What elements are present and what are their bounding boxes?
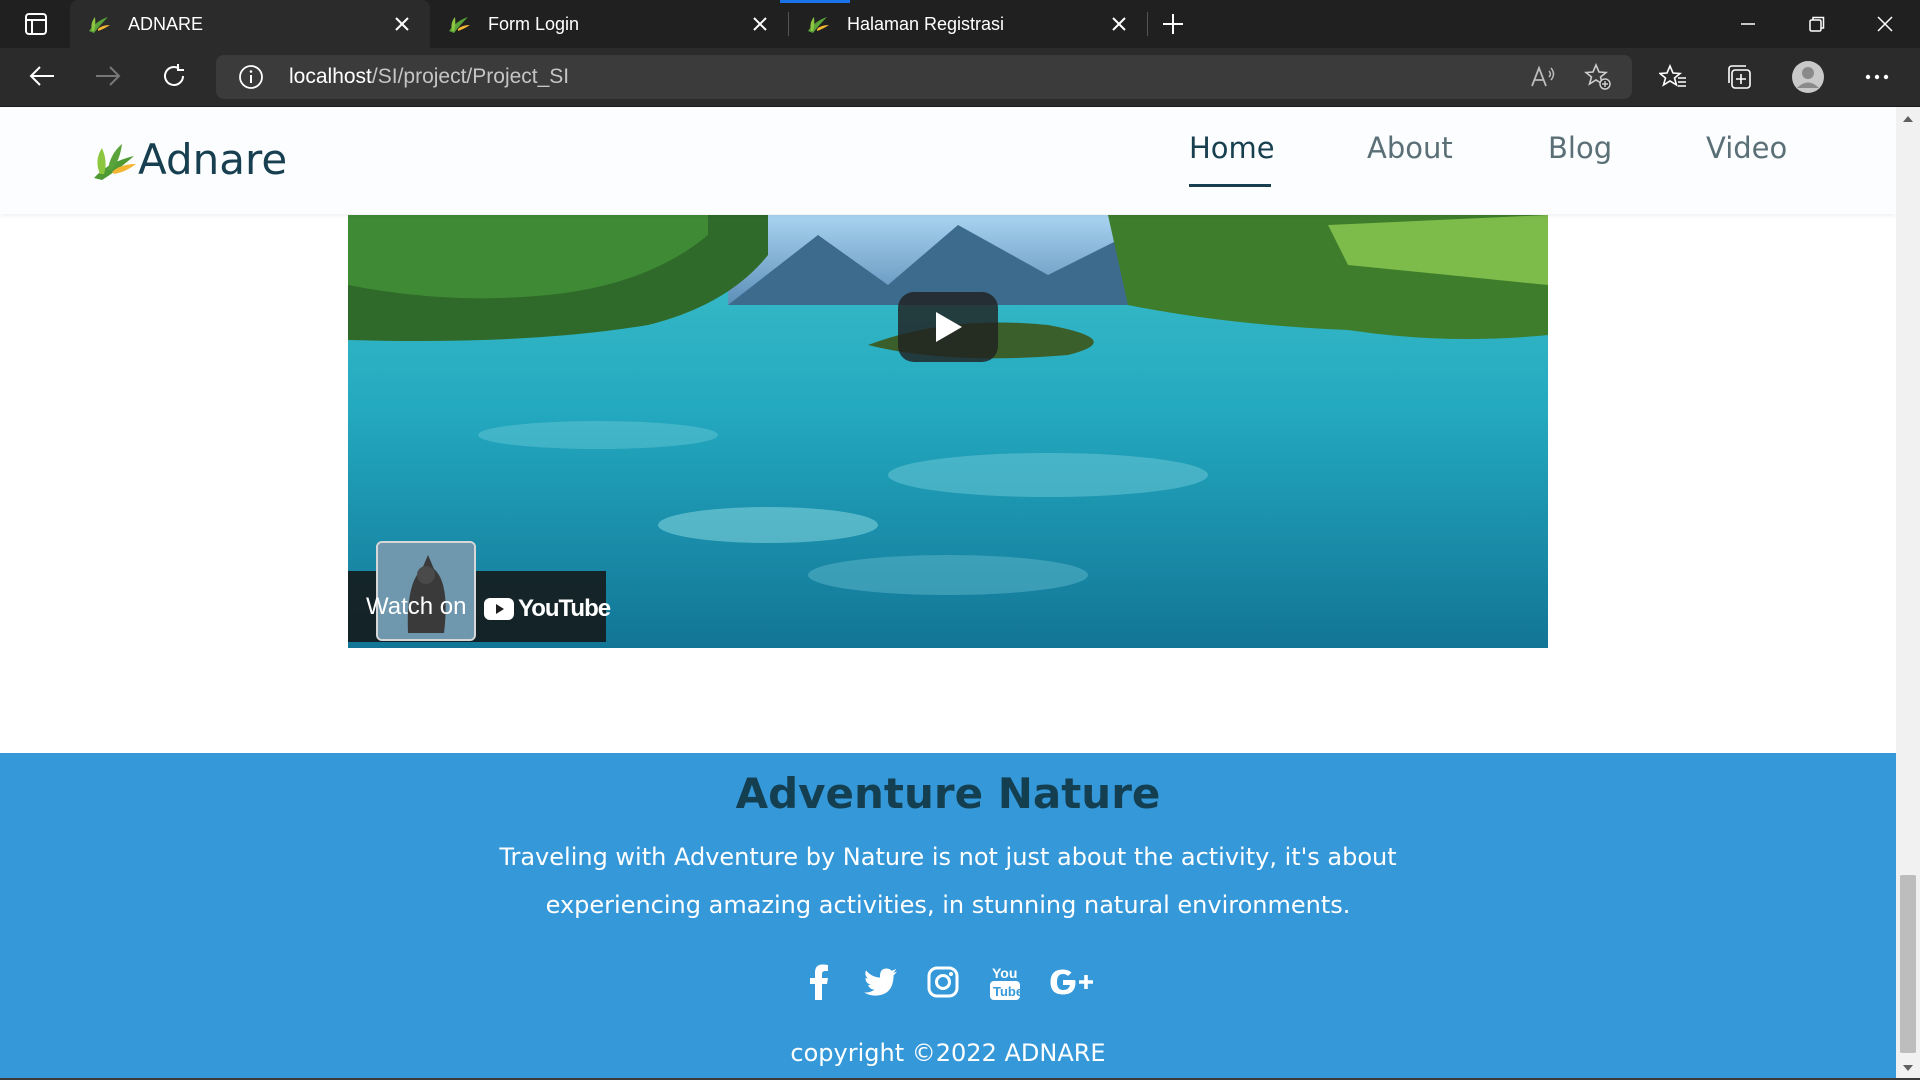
google-plus-icon[interactable] bbox=[1047, 961, 1097, 1003]
url-host: localhost bbox=[289, 65, 372, 88]
read-aloud-icon[interactable] bbox=[1528, 62, 1558, 92]
page-viewport: Adnare Home About Blog Video Watch on Yo… bbox=[0, 107, 1896, 1080]
tab-adnare[interactable]: ADNARE bbox=[70, 0, 430, 48]
site-footer: Adventure Nature Traveling with Adventur… bbox=[0, 753, 1896, 1080]
tab-bar: ADNARE Form Login Halaman Registrasi bbox=[0, 0, 1920, 48]
tab-separator bbox=[1147, 12, 1148, 36]
url-path: /SI/project/Project_SI bbox=[371, 65, 570, 88]
nav-video[interactable]: Video bbox=[1706, 131, 1787, 165]
youtube-wordmark: YouTube bbox=[518, 595, 611, 622]
url-text[interactable]: localhost/SI/project/Project_SI bbox=[289, 63, 569, 91]
nav-active-indicator bbox=[1189, 184, 1271, 187]
scrollbar-thumb[interactable] bbox=[1900, 875, 1916, 1053]
logo-text: Adnare bbox=[138, 135, 288, 184]
more-icon[interactable] bbox=[1860, 60, 1894, 94]
scroll-up-icon[interactable] bbox=[1902, 113, 1914, 125]
close-icon[interactable] bbox=[388, 10, 416, 38]
tab-halaman-registrasi[interactable]: Halaman Registrasi bbox=[789, 0, 1147, 48]
restore-icon[interactable] bbox=[1782, 0, 1852, 48]
channel-avatar bbox=[376, 541, 476, 641]
window-close-icon[interactable] bbox=[1850, 0, 1920, 48]
nav-about[interactable]: About bbox=[1367, 131, 1453, 165]
leaf-favicon-icon bbox=[446, 11, 472, 37]
svg-text:Tube: Tube bbox=[993, 984, 1021, 999]
copyright-text: copyright ©2022 ADNARE bbox=[790, 1039, 1106, 1067]
site-header: Adnare Home About Blog Video bbox=[0, 107, 1896, 214]
facebook-icon[interactable] bbox=[799, 961, 839, 1003]
collections-icon[interactable] bbox=[1722, 60, 1756, 94]
nav-home[interactable]: Home bbox=[1189, 131, 1275, 165]
info-icon[interactable] bbox=[238, 64, 264, 90]
leaf-logo-icon bbox=[90, 136, 138, 184]
favorites-icon[interactable] bbox=[1656, 60, 1690, 94]
page-scrollbar[interactable] bbox=[1896, 107, 1920, 1080]
profile-icon[interactable] bbox=[1791, 60, 1825, 94]
footer-description: Traveling with Adventure by Nature is no… bbox=[499, 843, 1397, 919]
social-links: You Tube bbox=[0, 961, 1896, 1003]
minimize-icon[interactable] bbox=[1713, 0, 1783, 48]
leaf-favicon-icon bbox=[805, 11, 831, 37]
svg-text:You: You bbox=[992, 965, 1017, 981]
play-button[interactable] bbox=[898, 292, 998, 362]
tab-form-login[interactable]: Form Login bbox=[430, 0, 788, 48]
footer-title: Adventure Nature bbox=[735, 769, 1161, 818]
refresh-icon[interactable] bbox=[154, 58, 194, 94]
watch-on-label: Watch on bbox=[366, 593, 467, 620]
tab-title: Halaman Registrasi bbox=[847, 13, 1005, 34]
leaf-favicon-icon bbox=[86, 11, 112, 37]
add-favorite-icon[interactable] bbox=[1583, 62, 1613, 92]
close-icon[interactable] bbox=[746, 10, 774, 38]
close-icon[interactable] bbox=[1105, 10, 1133, 38]
site-logo[interactable]: Adnare bbox=[90, 135, 287, 184]
forward-icon[interactable] bbox=[88, 58, 128, 94]
play-icon bbox=[936, 312, 962, 342]
youtube-logo: YouTube bbox=[484, 595, 611, 623]
tab-title: Form Login bbox=[488, 13, 580, 34]
nav-blog[interactable]: Blog bbox=[1548, 131, 1612, 165]
back-icon[interactable] bbox=[22, 58, 62, 94]
tab-actions-icon[interactable] bbox=[18, 12, 54, 36]
tab-title: ADNARE bbox=[128, 13, 204, 34]
instagram-icon[interactable] bbox=[923, 961, 963, 1003]
new-tab-icon[interactable] bbox=[1158, 10, 1188, 38]
youtube-video-embed[interactable]: Watch on YouTube bbox=[348, 215, 1548, 648]
watch-on-youtube-button[interactable]: Watch on YouTube bbox=[348, 541, 611, 642]
youtube-play-icon bbox=[484, 598, 514, 620]
scroll-down-icon[interactable] bbox=[1902, 1062, 1914, 1074]
twitter-icon[interactable] bbox=[861, 961, 901, 1003]
youtube-icon[interactable]: You Tube bbox=[985, 961, 1025, 1003]
